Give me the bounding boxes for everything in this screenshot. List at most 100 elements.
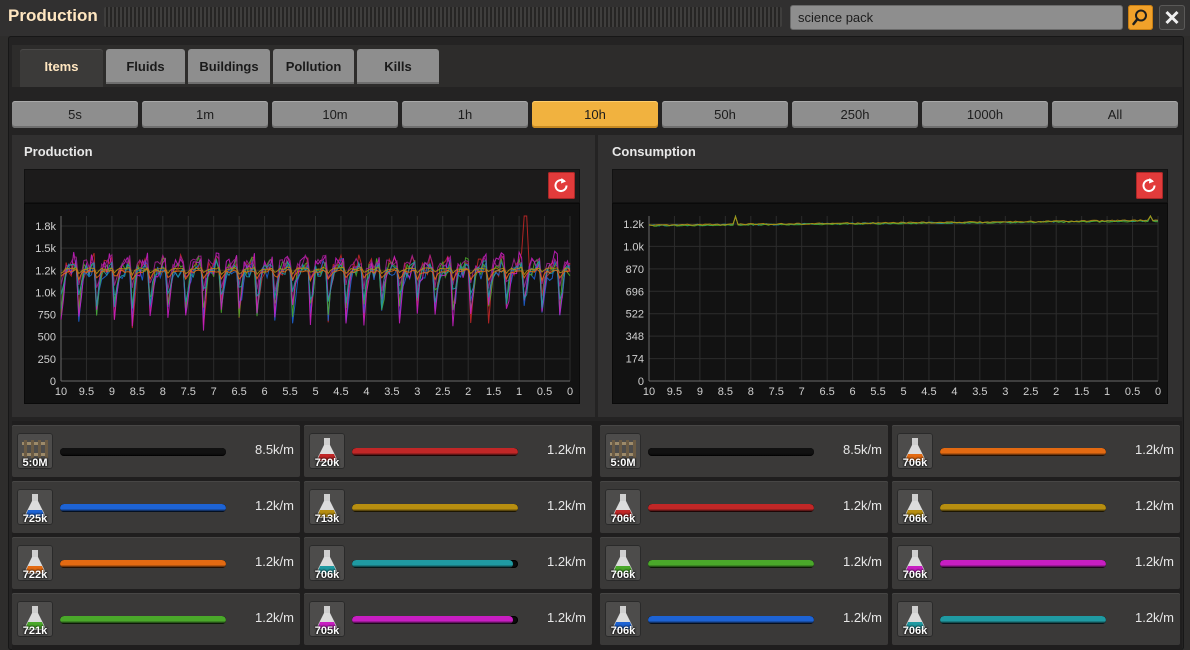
rate-bar: [60, 560, 226, 568]
close-button[interactable]: [1159, 5, 1185, 30]
tab-buildings[interactable]: Buildings: [188, 49, 270, 84]
tab-pollution[interactable]: Pollution: [273, 49, 354, 84]
item-count: 720k: [314, 457, 340, 469]
rate-bar-fill: [60, 448, 226, 456]
time-range-all[interactable]: All: [1052, 101, 1178, 128]
consumption-item-row[interactable]: 706k 1.2k/m: [892, 537, 1180, 589]
production-reset-button[interactable]: [548, 172, 575, 199]
rate-bar-fill: [940, 560, 1106, 568]
rate-bar-fill: [940, 616, 1106, 624]
x-tick-label: 0.5: [537, 386, 552, 398]
rate-bar-fill: [352, 504, 518, 512]
x-tick-label: 3: [1002, 386, 1008, 398]
time-range-50h[interactable]: 50h: [662, 101, 788, 128]
rate-bar-fill: [352, 448, 518, 456]
reset-icon: [554, 178, 568, 193]
item-icon[interactable]: 706k: [897, 489, 933, 525]
production-item-row[interactable]: 706k 1.2k/m: [304, 537, 592, 589]
consumption-item-row[interactable]: 706k 1.2k/m: [600, 481, 888, 533]
consumption-item-row[interactable]: 706k 1.2k/m: [892, 481, 1180, 533]
production-item-row[interactable]: 721k 1.2k/m: [12, 593, 300, 645]
item-count: 705k: [314, 625, 340, 637]
item-rate: 1.2k/m: [546, 554, 586, 569]
item-icon[interactable]: 706k: [897, 433, 933, 469]
rate-bar: [60, 616, 226, 624]
rate-bar: [352, 448, 518, 456]
time-range-1000h[interactable]: 1000h: [922, 101, 1048, 128]
x-tick-label: 8.5: [718, 386, 733, 398]
item-icon[interactable]: 706k: [897, 545, 933, 581]
item-icon[interactable]: 706k: [309, 545, 345, 581]
rate-bar-fill: [352, 560, 514, 568]
x-tick-label: 9.5: [79, 386, 94, 398]
production-item-row[interactable]: 705k 1.2k/m: [304, 593, 592, 645]
tab-kills[interactable]: Kills: [357, 49, 439, 84]
rate-bar: [940, 616, 1106, 624]
search-button[interactable]: [1128, 5, 1153, 30]
rate-bar: [648, 560, 814, 568]
x-tick-label: 6.5: [232, 386, 247, 398]
production-item-row[interactable]: 725k 1.2k/m: [12, 481, 300, 533]
consumption-reset-button[interactable]: [1136, 172, 1163, 199]
tab-fluids[interactable]: Fluids: [106, 49, 185, 84]
tab-items[interactable]: Items: [20, 49, 103, 87]
production-chart: 10 9.5 9 8.5 8 7.5 7 6.5 6 5.5 5 4.5 4 3.5 3 2.5 2 1.5 1 0.…: [24, 203, 580, 404]
item-icon[interactable]: 5:0M: [605, 433, 641, 469]
item-icon[interactable]: 721k: [17, 601, 53, 637]
y-tick-label: 1.0k: [35, 287, 56, 299]
item-icon[interactable]: 706k: [605, 545, 641, 581]
y-tick-label: 1.5k: [35, 243, 56, 255]
item-count: 706k: [902, 569, 928, 581]
x-tick-label: 9: [109, 386, 115, 398]
item-icon[interactable]: 5:0M: [17, 433, 53, 469]
consumption-item-row[interactable]: 706k 1.2k/m: [892, 593, 1180, 645]
rate-bar-fill: [352, 616, 514, 624]
rate-bar-fill: [648, 616, 814, 624]
item-icon[interactable]: 720k: [309, 433, 345, 469]
item-count: 706k: [314, 569, 340, 581]
x-tick-label: 6: [262, 386, 268, 398]
item-icon[interactable]: 725k: [17, 489, 53, 525]
item-icon[interactable]: 722k: [17, 545, 53, 581]
x-tick-label: 7.5: [769, 386, 784, 398]
rate-bar-fill: [940, 504, 1106, 512]
production-title: Production: [24, 144, 93, 159]
item-icon[interactable]: 706k: [605, 489, 641, 525]
time-range-10m[interactable]: 10m: [272, 101, 398, 128]
drag-handle[interactable]: [104, 7, 782, 27]
production-chart-svg: 10 9.5 9 8.5 8 7.5 7 6.5 6 5.5 5 4.5 4 3.5 3 2.5 2 1.5 1 0.…: [35, 215, 573, 398]
item-count: 5:0M: [610, 457, 636, 469]
item-icon[interactable]: 713k: [309, 489, 345, 525]
item-icon[interactable]: 706k: [897, 601, 933, 637]
item-rate: 8.5k/m: [254, 442, 294, 457]
time-range-250h[interactable]: 250h: [792, 101, 918, 128]
search-input[interactable]: science pack: [790, 5, 1123, 30]
x-tick-label: 0: [567, 386, 573, 398]
production-item-row[interactable]: 720k 1.2k/m: [304, 425, 592, 477]
time-range-5s[interactable]: 5s: [12, 101, 138, 128]
rate-bar-fill: [648, 504, 814, 512]
production-item-row[interactable]: 5:0M 8.5k/m: [12, 425, 300, 477]
item-icon[interactable]: 705k: [309, 601, 345, 637]
consumption-item-row[interactable]: 706k 1.2k/m: [600, 537, 888, 589]
item-rate: 1.2k/m: [1134, 610, 1174, 625]
production-item-row[interactable]: 722k 1.2k/m: [12, 537, 300, 589]
item-icon[interactable]: 706k: [605, 601, 641, 637]
item-rate: 1.2k/m: [1134, 442, 1174, 457]
time-range-1h[interactable]: 1h: [402, 101, 528, 128]
production-item-row[interactable]: 713k 1.2k/m: [304, 481, 592, 533]
x-tick-label: 2: [1053, 386, 1059, 398]
y-tick-label: 750: [38, 310, 56, 322]
time-range-10h[interactable]: 10h: [532, 101, 658, 128]
consumption-item-row[interactable]: 5:0M 8.5k/m: [600, 425, 888, 477]
x-tick-label: 9: [697, 386, 703, 398]
time-range-1m[interactable]: 1m: [142, 101, 268, 128]
x-tick-label: 3: [414, 386, 420, 398]
x-tick-label: 4: [951, 386, 957, 398]
item-rate: 1.2k/m: [546, 442, 586, 457]
consumption-item-row[interactable]: 706k 1.2k/m: [892, 425, 1180, 477]
item-rate: 1.2k/m: [842, 610, 882, 625]
consumption-item-row[interactable]: 706k 1.2k/m: [600, 593, 888, 645]
rate-bar: [940, 448, 1106, 456]
x-tick-label: 10: [643, 386, 655, 398]
